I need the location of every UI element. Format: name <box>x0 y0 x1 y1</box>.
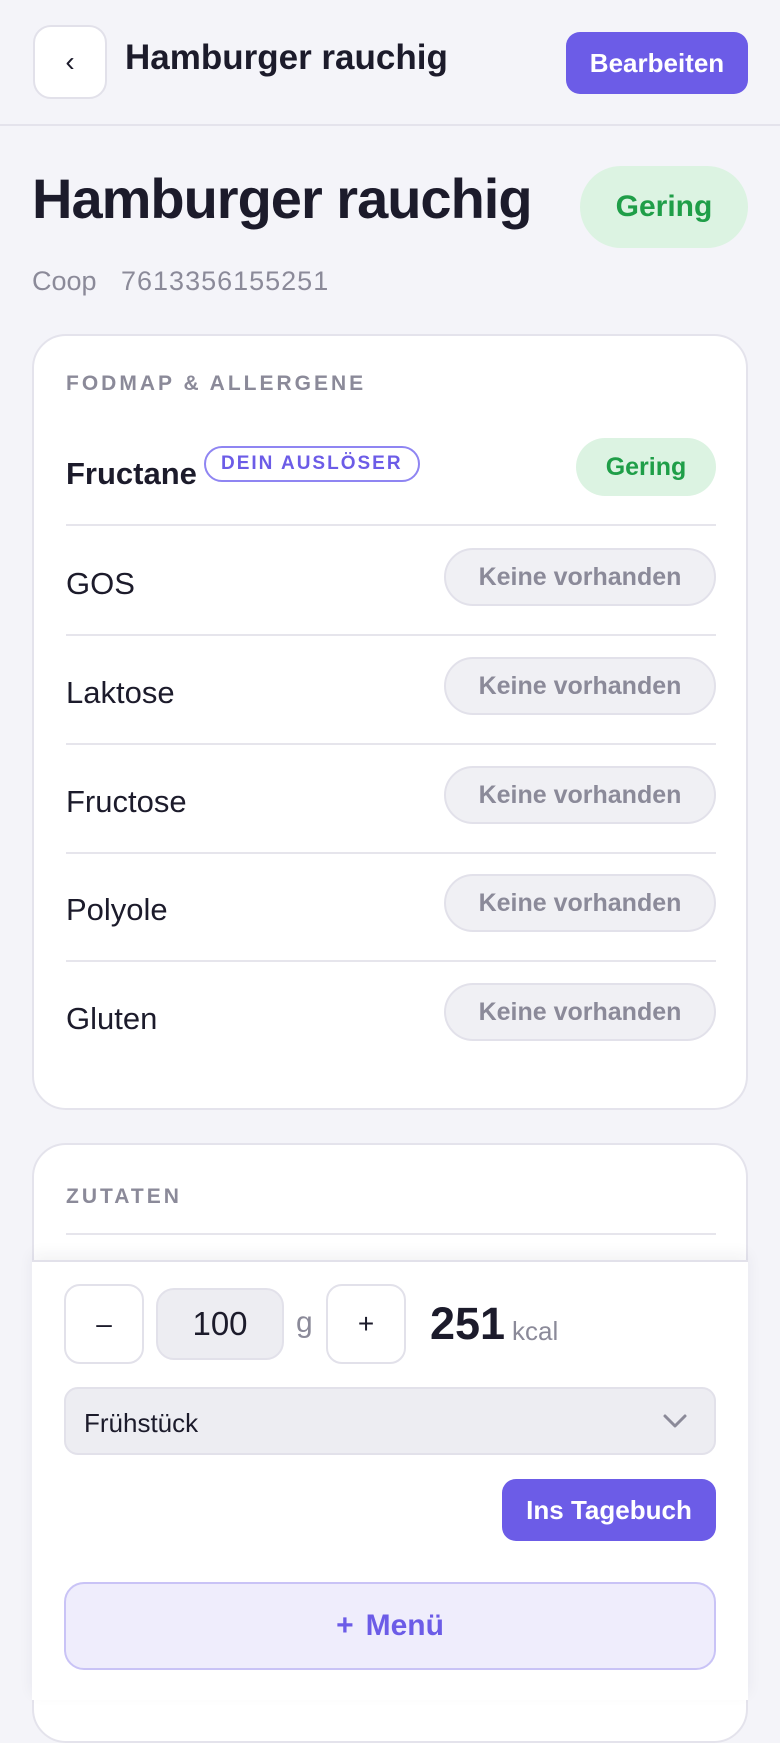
menu-button-label: Menü <box>365 1609 444 1642</box>
edit-button[interactable]: Bearbeiten <box>566 32 748 94</box>
section-title: ZUTATEN <box>66 1185 182 1208</box>
fodmap-label: Polyole <box>66 892 168 927</box>
product-brand: Coop <box>32 266 97 296</box>
fodmap-card: FODMAP & ALLERGENE Fructane DEIN AUSLÖSE… <box>32 334 748 1110</box>
section-title: FODMAP & ALLERGENE <box>66 372 367 395</box>
increase-button[interactable]: + <box>326 1284 406 1364</box>
quantity-unit: g <box>296 1306 313 1339</box>
decrease-button[interactable]: – <box>64 1284 144 1364</box>
fodmap-row-fructane: Fructane DEIN AUSLÖSER Gering <box>66 418 716 526</box>
meal-select[interactable]: Frühstück <box>64 1387 716 1455</box>
level-badge: Keine vorhanden <box>444 874 716 932</box>
fodmap-label: Gluten <box>66 1001 158 1036</box>
fodmap-row-gluten: Gluten Keine vorhanden <box>66 963 716 1071</box>
add-to-menu-button[interactable]: + Menü <box>64 1582 716 1670</box>
fodmap-row-laktose: Laktose Keine vorhanden <box>66 637 716 745</box>
fodmap-row-fructose: Fructose Keine vorhanden <box>66 746 716 854</box>
fodmap-row-polyole: Polyole Keine vorhanden <box>66 854 716 962</box>
overall-rating-badge: Gering <box>580 166 748 248</box>
quantity-input[interactable]: 100 <box>156 1288 284 1360</box>
divider <box>66 1233 716 1235</box>
meal-select-value: Frühstück <box>84 1408 199 1438</box>
portion-sheet: – 100 g + 251 kcal Frühstück Ins Tagebuc… <box>32 1260 748 1700</box>
fodmap-label: GOS <box>66 566 135 601</box>
kcal-value: 251 <box>430 1298 506 1349</box>
add-to-diary-button[interactable]: Ins Tagebuch <box>502 1479 716 1541</box>
chevron-left-icon: ‹ <box>65 46 75 77</box>
fodmap-label: Laktose <box>66 675 175 710</box>
page-title: Hamburger rauchig <box>32 167 533 230</box>
level-badge: Keine vorhanden <box>444 766 716 824</box>
level-badge: Keine vorhanden <box>444 548 716 606</box>
fodmap-label: Fructose <box>66 784 187 819</box>
header-title: Hamburger rauchig <box>125 38 448 77</box>
chevron-down-icon <box>663 1414 687 1428</box>
fodmap-row-gos: GOS Keine vorhanden <box>66 528 716 636</box>
top-bar: ‹ Hamburger rauchig Bearbeiten <box>0 0 780 126</box>
plus-icon: + <box>336 1609 354 1642</box>
trigger-tag: DEIN AUSLÖSER <box>204 446 420 482</box>
product-barcode: 7613356155251 <box>121 266 330 296</box>
level-badge: Gering <box>576 438 716 496</box>
back-button[interactable]: ‹ <box>33 25 107 99</box>
level-badge: Keine vorhanden <box>444 657 716 715</box>
fodmap-label: Fructane <box>66 456 197 491</box>
level-badge: Keine vorhanden <box>444 983 716 1041</box>
kcal-unit: kcal <box>512 1316 559 1346</box>
